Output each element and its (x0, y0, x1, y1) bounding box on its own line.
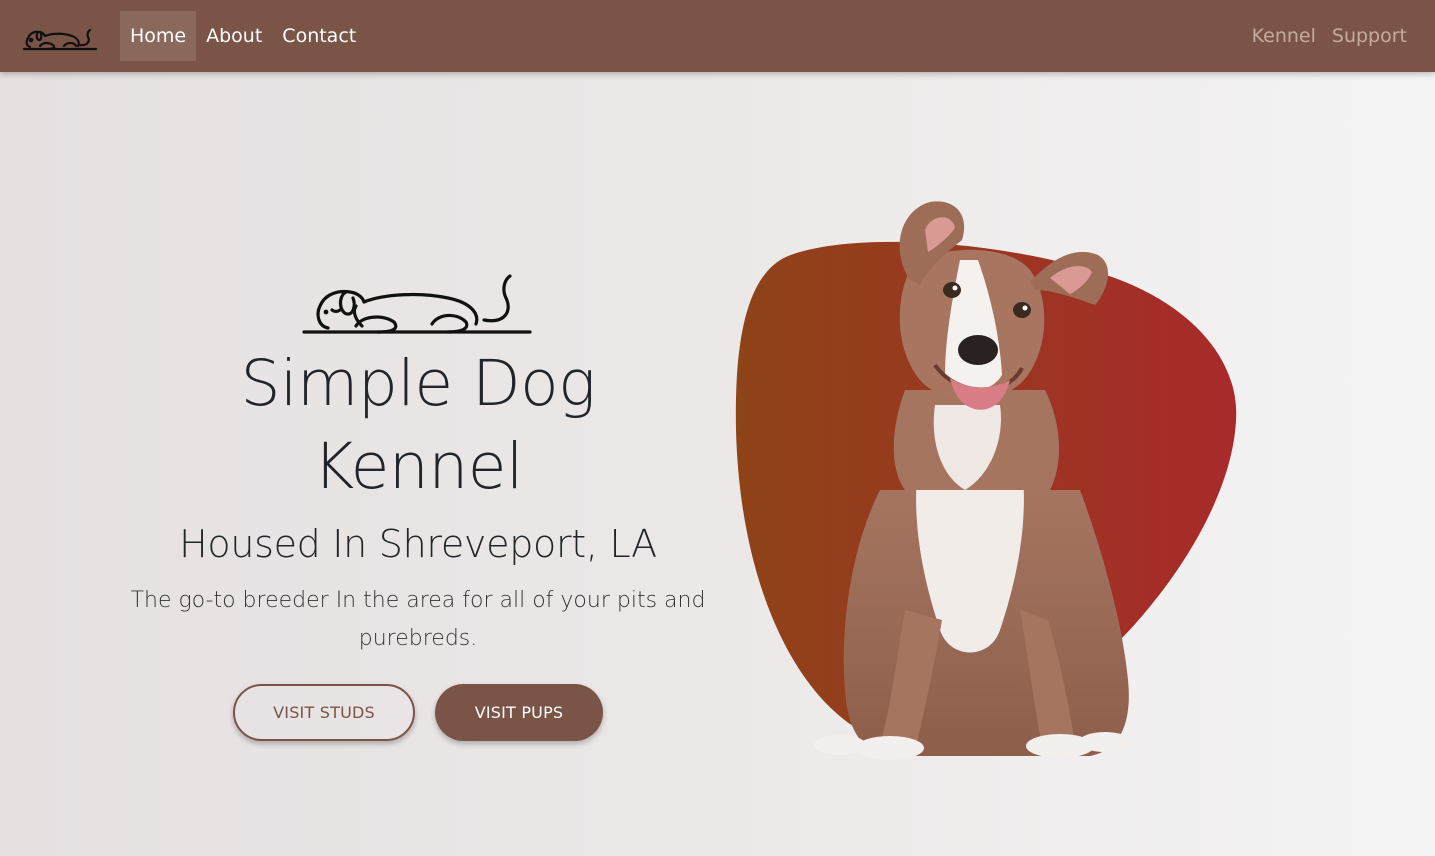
nav-about-link[interactable]: About (196, 11, 272, 61)
title-line-1: Simple Dog (240, 347, 596, 420)
hero-image (735, 201, 1237, 760)
nav-home-link[interactable]: Home (120, 11, 197, 61)
visit-pups-button[interactable]: VISIT PUPS (435, 684, 603, 741)
nav-kennel-link[interactable]: Kennel (1244, 11, 1324, 61)
sleeping-dog-icon (302, 274, 532, 334)
description-line-1: The go-to breeder In the area for all of… (130, 588, 706, 613)
title-line-2: Kennel (312, 430, 524, 503)
nav-support-link[interactable]: Support (1324, 11, 1415, 61)
hero-subtitle: Housed In Shreveport, LA (179, 522, 657, 566)
hero-text: Simple Dog Kennel Housed In Shreveport, … (120, 240, 716, 658)
navbar: Home About Contact Kennel Support (0, 0, 1435, 72)
description-line-2: purebreds. (358, 626, 478, 651)
hero-buttons: VISIT STUDS VISIT PUPS (233, 684, 603, 741)
visit-studs-button[interactable]: VISIT STUDS (233, 684, 415, 741)
primary-nav: Home About Contact (120, 11, 366, 61)
dog-logo-icon[interactable] (22, 18, 98, 54)
hero-description: The go-to breeder In the area for all of… (120, 582, 716, 658)
page-title: Simple Dog Kennel (120, 342, 716, 508)
secondary-nav: Kennel Support (1244, 11, 1415, 61)
nav-contact-link[interactable]: Contact (272, 11, 366, 61)
